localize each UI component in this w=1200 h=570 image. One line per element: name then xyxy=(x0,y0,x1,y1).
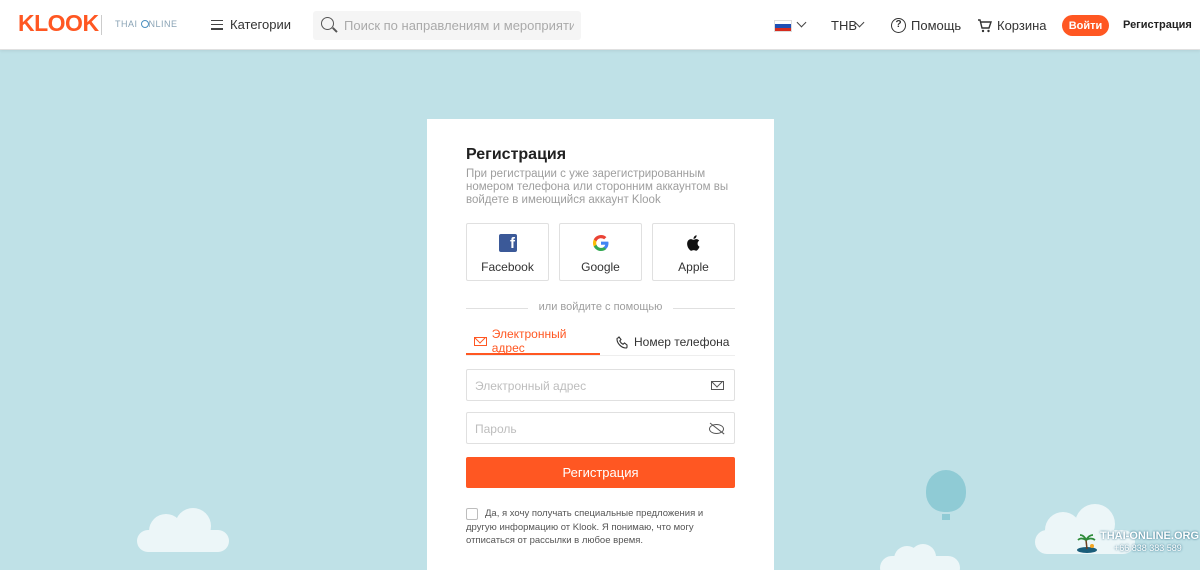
phone-icon xyxy=(616,335,628,349)
divider-text: или войдите с помощью xyxy=(538,301,663,313)
tab-phone-label: Номер телефона xyxy=(634,335,730,349)
tab-phone[interactable]: Номер телефона xyxy=(616,329,729,355)
tab-email[interactable]: Электронный адрес xyxy=(466,327,600,355)
register-submit-button[interactable]: Регистрация xyxy=(466,457,735,488)
top-navbar: KLOOK THAI NLINE Категории THB ? Помощь … xyxy=(0,0,1200,50)
categories-menu[interactable]: Категории xyxy=(211,17,291,32)
search-input[interactable] xyxy=(344,16,574,35)
registration-card: Регистрация При регистрации с уже зареги… xyxy=(427,119,774,570)
logo-divider xyxy=(101,15,102,35)
registration-subtitle: При регистрации с уже зарегистрированным… xyxy=(466,168,729,206)
watermark-site: THAI-ONLINE.ORG xyxy=(1100,530,1199,542)
search-bar[interactable] xyxy=(313,11,581,40)
watermark: THAI-ONLINE.ORG +66 838 383 589 xyxy=(1076,530,1200,560)
google-label: Google xyxy=(581,260,620,274)
chevron-down-icon[interactable] xyxy=(796,17,807,28)
cart-label: Корзина xyxy=(997,18,1047,33)
currency-selector[interactable]: THB xyxy=(831,18,857,33)
watermark-phone: +66 838 383 589 xyxy=(1114,543,1182,553)
russia-flag-icon[interactable] xyxy=(774,20,792,32)
google-signup-button[interactable]: Google xyxy=(559,223,642,281)
password-field[interactable] xyxy=(475,421,695,437)
tab-underline xyxy=(466,355,735,356)
question-icon: ? xyxy=(891,18,906,33)
marketing-consent-text: Да, я хочу получать специальные предложе… xyxy=(466,508,704,546)
apple-label: Apple xyxy=(678,260,709,274)
facebook-signup-button[interactable]: f Facebook xyxy=(466,223,549,281)
apple-icon xyxy=(687,235,700,251)
apple-signup-button[interactable]: Apple xyxy=(652,223,735,281)
balloon-decoration xyxy=(926,470,966,520)
cart-link[interactable]: Корзина xyxy=(977,18,1047,33)
help-label: Помощь xyxy=(911,18,962,33)
eye-off-icon[interactable] xyxy=(709,422,724,435)
facebook-icon: f xyxy=(499,234,517,252)
tab-email-label: Электронный адрес xyxy=(491,327,567,355)
partner-logo: THAI NLINE xyxy=(115,19,178,29)
page-title: Регистрация xyxy=(466,146,567,163)
google-icon xyxy=(593,235,609,251)
search-icon xyxy=(321,17,334,30)
cloud-decoration xyxy=(137,508,229,552)
menu-icon xyxy=(211,19,223,30)
klook-logo[interactable]: KLOOK xyxy=(18,10,99,37)
login-button[interactable]: Войти xyxy=(1062,15,1109,36)
envelope-icon xyxy=(474,336,487,346)
help-link[interactable]: ? Помощь xyxy=(891,18,961,33)
email-field[interactable] xyxy=(475,378,695,394)
cloud-decoration xyxy=(880,544,960,570)
register-link[interactable]: Регистрация xyxy=(1123,19,1192,31)
envelope-icon xyxy=(711,381,724,390)
palm-island-icon xyxy=(1077,534,1097,553)
email-field-wrapper xyxy=(466,369,735,401)
cart-icon xyxy=(978,18,992,32)
password-field-wrapper xyxy=(466,412,735,444)
alternative-divider: или войдите с помощью xyxy=(466,301,735,315)
facebook-label: Facebook xyxy=(481,260,534,274)
categories-label: Категории xyxy=(230,17,291,32)
